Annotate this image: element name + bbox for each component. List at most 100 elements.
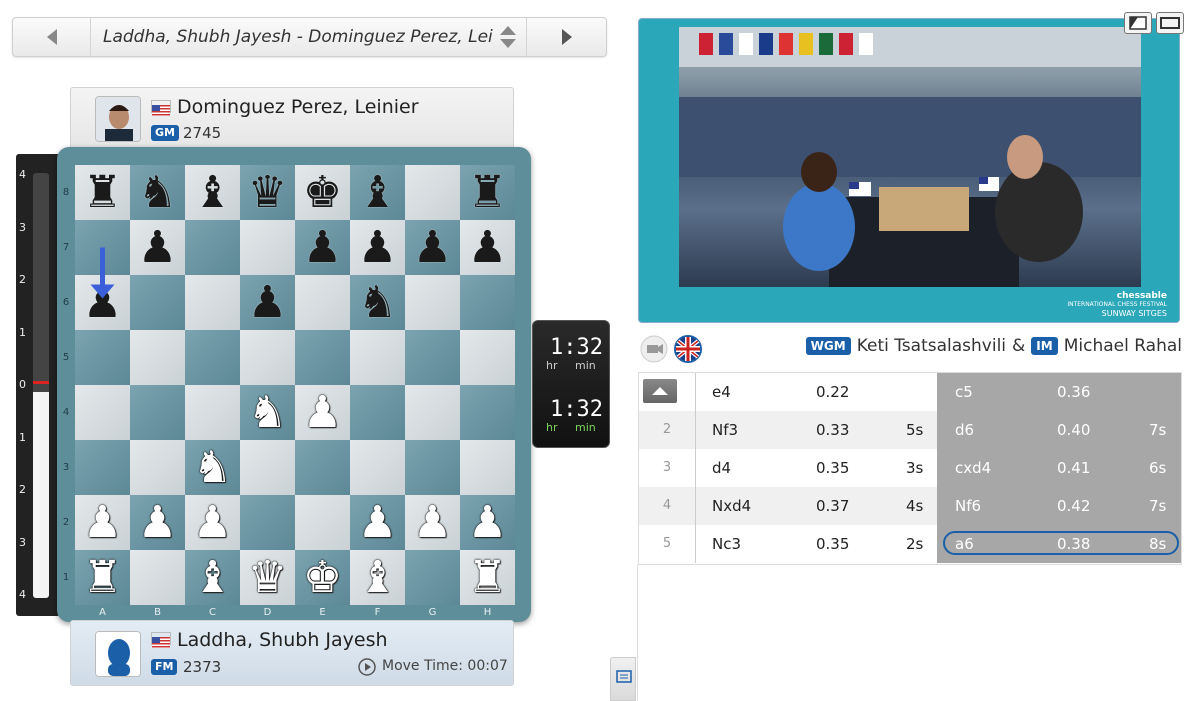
video-frame[interactable] xyxy=(679,27,1141,287)
square-a7[interactable] xyxy=(75,220,130,275)
square-c7[interactable] xyxy=(185,220,240,275)
black-eval: 0.42 xyxy=(1057,497,1091,515)
theater-mode-button[interactable] xyxy=(1156,12,1184,34)
square-e5[interactable] xyxy=(295,330,350,385)
black-knight-f6[interactable]: ♞ xyxy=(350,275,405,330)
square-e3[interactable] xyxy=(295,440,350,495)
eval-scale-label: 1 xyxy=(19,430,26,444)
square-f5[interactable] xyxy=(350,330,405,385)
square-b1[interactable] xyxy=(130,550,185,605)
move-row: 4 Nxd4 0.37 4s Nf6 0.42 7s xyxy=(639,487,1181,525)
square-c6[interactable] xyxy=(185,275,240,330)
top-player-name: Dominguez Perez, Leinier xyxy=(177,96,419,118)
square-d5[interactable] xyxy=(240,330,295,385)
square-e2[interactable] xyxy=(295,495,350,550)
white-knight-c3[interactable]: ♞ xyxy=(185,440,240,495)
square-d2[interactable] xyxy=(240,495,295,550)
square-h6[interactable] xyxy=(460,275,515,330)
square-g1[interactable] xyxy=(405,550,460,605)
square-b4[interactable] xyxy=(130,385,185,440)
white-rook-a1[interactable]: ♜ xyxy=(75,550,130,605)
uk-flag-language-icon[interactable] xyxy=(674,335,702,363)
square-c5[interactable] xyxy=(185,330,240,385)
white-pawn-b2[interactable]: ♟ xyxy=(130,495,185,550)
white-pawn-a2[interactable]: ♟ xyxy=(75,495,130,550)
collapse-button[interactable] xyxy=(643,379,677,403)
video-event: INTERNATIONAL CHESS FESTIVAL xyxy=(1067,301,1167,308)
white-queen-d1[interactable]: ♛ xyxy=(240,550,295,605)
game-dropdown-icon[interactable] xyxy=(499,24,517,50)
game-title[interactable]: Laddha, Shubh Jayesh - Dominguez Perez, … xyxy=(103,27,493,47)
square-h3[interactable] xyxy=(460,440,515,495)
black-pawn-a6[interactable]: ♟ xyxy=(75,275,130,330)
file-label: C xyxy=(209,607,216,618)
square-g6[interactable] xyxy=(405,275,460,330)
popout-button[interactable] xyxy=(1124,12,1152,34)
side-panel-toggle[interactable] xyxy=(610,657,636,701)
black-pawn-b7[interactable]: ♟ xyxy=(130,220,185,275)
white-bishop-f1[interactable]: ♝ xyxy=(350,550,405,605)
white-pawn-h2[interactable]: ♟ xyxy=(460,495,515,550)
square-a4[interactable] xyxy=(75,385,130,440)
square-a3[interactable] xyxy=(75,440,130,495)
square-a5[interactable] xyxy=(75,330,130,385)
square-g4[interactable] xyxy=(405,385,460,440)
black-rook-a8[interactable]: ♜ xyxy=(75,165,130,220)
square-b5[interactable] xyxy=(130,330,185,385)
white-pawn-g2[interactable]: ♟ xyxy=(405,495,460,550)
black-rook-h8[interactable]: ♜ xyxy=(460,165,515,220)
square-b3[interactable] xyxy=(130,440,185,495)
square-g3[interactable] xyxy=(405,440,460,495)
white-move: e4 xyxy=(712,383,731,401)
top-player-rating: 2745 xyxy=(183,124,222,142)
white-bishop-c1[interactable]: ♝ xyxy=(185,550,240,605)
white-knight-d4[interactable]: ♞ xyxy=(240,385,295,440)
black-move: d6 xyxy=(955,421,975,439)
black-pawn-h7[interactable]: ♟ xyxy=(460,220,515,275)
white-move-cell[interactable]: Nf3 0.33 5s xyxy=(695,411,937,449)
commentator-2-title: IM xyxy=(1031,337,1058,355)
live-video[interactable]: chessable INTERNATIONAL CHESS FESTIVAL S… xyxy=(638,18,1180,323)
triangle-up-icon xyxy=(652,387,668,395)
white-pawn-e4[interactable]: ♟ xyxy=(295,385,350,440)
black-move-cell[interactable]: cxd4 0.41 6s xyxy=(937,449,1181,487)
square-d3[interactable] xyxy=(240,440,295,495)
white-move-cell[interactable]: d4 0.35 3s xyxy=(695,449,937,487)
chess-board[interactable]: ♜ ♞ ♝ ♛ ♚ ♝ ♜ ♟ ♟ ♟ ♟ ♟ ♟ ♟ ♞ ♞ ♟ ♞ ♟ ♟ ♟ ♟ ♟ ♟ ♜ ♝ ♛ ♚ ♝ ♜ xyxy=(75,165,515,605)
black-pawn-e7[interactable]: ♟ xyxy=(295,220,350,275)
white-rook-h1[interactable]: ♜ xyxy=(460,550,515,605)
white-pawn-f2[interactable]: ♟ xyxy=(350,495,405,550)
square-b6[interactable] xyxy=(130,275,185,330)
white-time: 5s xyxy=(906,421,924,439)
black-move-cell[interactable]: d6 0.40 7s xyxy=(937,411,1181,449)
camera-icon[interactable] xyxy=(640,335,668,363)
square-d7[interactable] xyxy=(240,220,295,275)
black-move-cell[interactable]: Nf6 0.42 7s xyxy=(937,487,1181,525)
black-knight-b8[interactable]: ♞ xyxy=(130,165,185,220)
prev-game-button[interactable] xyxy=(13,18,91,56)
black-pawn-f7[interactable]: ♟ xyxy=(350,220,405,275)
white-pawn-c2[interactable]: ♟ xyxy=(185,495,240,550)
black-queen-d8[interactable]: ♛ xyxy=(240,165,295,220)
square-h4[interactable] xyxy=(460,385,515,440)
white-time: 2s xyxy=(906,535,924,553)
square-h5[interactable] xyxy=(460,330,515,385)
square-f4[interactable] xyxy=(350,385,405,440)
white-king-e1[interactable]: ♚ xyxy=(295,550,350,605)
square-g5[interactable] xyxy=(405,330,460,385)
black-pawn-g7[interactable]: ♟ xyxy=(405,220,460,275)
next-game-button[interactable] xyxy=(526,18,606,56)
square-c4[interactable] xyxy=(185,385,240,440)
white-move-cell[interactable]: Nc3 0.35 2s xyxy=(695,525,937,563)
white-move-cell[interactable]: Nxd4 0.37 4s xyxy=(695,487,937,525)
black-pawn-d6[interactable]: ♟ xyxy=(240,275,295,330)
black-king-e8[interactable]: ♚ xyxy=(295,165,350,220)
square-f3[interactable] xyxy=(350,440,405,495)
black-bishop-f8[interactable]: ♝ xyxy=(350,165,405,220)
black-bishop-c8[interactable]: ♝ xyxy=(185,165,240,220)
square-g8[interactable] xyxy=(405,165,460,220)
white-move-cell[interactable]: e4 0.22 xyxy=(695,373,937,411)
square-e6[interactable] xyxy=(295,275,350,330)
black-move-cell[interactable]: c5 0.36 xyxy=(937,373,1181,411)
chess-board-frame: ♜ ♞ ♝ ♛ ♚ ♝ ♜ ♟ ♟ ♟ ♟ ♟ ♟ ♟ ♞ ♞ ♟ ♞ ♟ ♟ ♟ ♟ ♟ ♟ ♜ ♝ ♛ ♚ ♝ ♜ 87654321A… xyxy=(57,147,531,622)
